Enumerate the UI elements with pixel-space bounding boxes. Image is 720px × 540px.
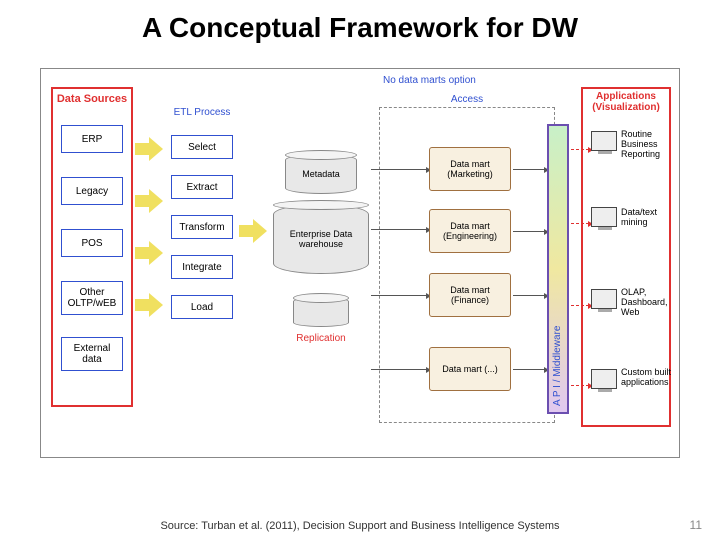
- mart-marketing: Data mart (Marketing): [429, 147, 511, 191]
- no-data-marts-label: No data marts option: [383, 75, 669, 86]
- mart-generic: Data mart (...): [429, 347, 511, 391]
- app-icon-custom: [591, 369, 617, 389]
- applications-label: Applications (Visualization): [583, 91, 669, 113]
- arrow-mart-api-1: [513, 169, 545, 170]
- app-icon-olap: [591, 289, 617, 309]
- arrow-edw-mart-1: [371, 169, 427, 170]
- access-label: Access: [380, 94, 554, 105]
- app-custom: Custom built applications: [621, 367, 681, 387]
- applications-group: Applications (Visualization) Routine Bus…: [581, 87, 671, 427]
- mart-finance: Data mart (Finance): [429, 273, 511, 317]
- etl-group: ETL Process Select Extract Transform Int…: [167, 129, 237, 349]
- source-external: External data: [61, 337, 123, 371]
- app-reporting: Routine Business Reporting: [621, 129, 681, 159]
- edw-cylinder: Enterprise Data warehouse: [273, 204, 369, 274]
- arrow-src-etl-4: [135, 291, 165, 319]
- replication-label: Replication: [285, 333, 357, 344]
- page-number: 11: [690, 518, 702, 532]
- arrow-mart-api-2: [513, 231, 545, 232]
- data-sources-group: Data Sources ERP Legacy POS Other OLTP/w…: [51, 87, 133, 407]
- data-sources-label: Data Sources: [53, 93, 131, 105]
- arrow-src-etl-3: [135, 239, 165, 267]
- source-pos: POS: [61, 229, 123, 257]
- source-other: Other OLTP/wEB: [61, 281, 123, 315]
- etl-transform: Transform: [171, 215, 233, 239]
- etl-integrate: Integrate: [171, 255, 233, 279]
- mart-engineering: Data mart (Engineering): [429, 209, 511, 253]
- etl-extract: Extract: [171, 175, 233, 199]
- arrow-src-etl-2: [135, 187, 165, 215]
- source-citation: Source: Turban et al. (2011), Decision S…: [0, 520, 720, 532]
- slide-title: A Conceptual Framework for DW: [0, 0, 720, 52]
- arrow-edw-mart-4: [371, 369, 427, 370]
- etl-select: Select: [171, 135, 233, 159]
- etl-label: ETL Process: [167, 107, 237, 118]
- etl-load: Load: [171, 295, 233, 319]
- metadata-cylinder: Metadata: [285, 154, 357, 194]
- api-label: A P I / Middleware: [552, 326, 563, 406]
- app-icon-reporting: [591, 131, 617, 151]
- arrow-src-etl-1: [135, 135, 165, 163]
- source-legacy: Legacy: [61, 177, 123, 205]
- arrow-mart-api-3: [513, 295, 545, 296]
- source-erp: ERP: [61, 125, 123, 153]
- arrow-mart-api-4: [513, 369, 545, 370]
- framework-diagram: Data Sources ERP Legacy POS Other OLTP/w…: [40, 68, 680, 458]
- app-olap: OLAP, Dashboard, Web: [621, 287, 681, 317]
- replication-cylinder: [293, 297, 349, 327]
- arrow-edw-mart-2: [371, 229, 427, 230]
- app-mining: Data/text mining: [621, 207, 681, 227]
- middleware-bar: A P I / Middleware: [547, 124, 569, 414]
- arrow-edw-mart-3: [371, 295, 427, 296]
- app-icon-mining: [591, 207, 617, 227]
